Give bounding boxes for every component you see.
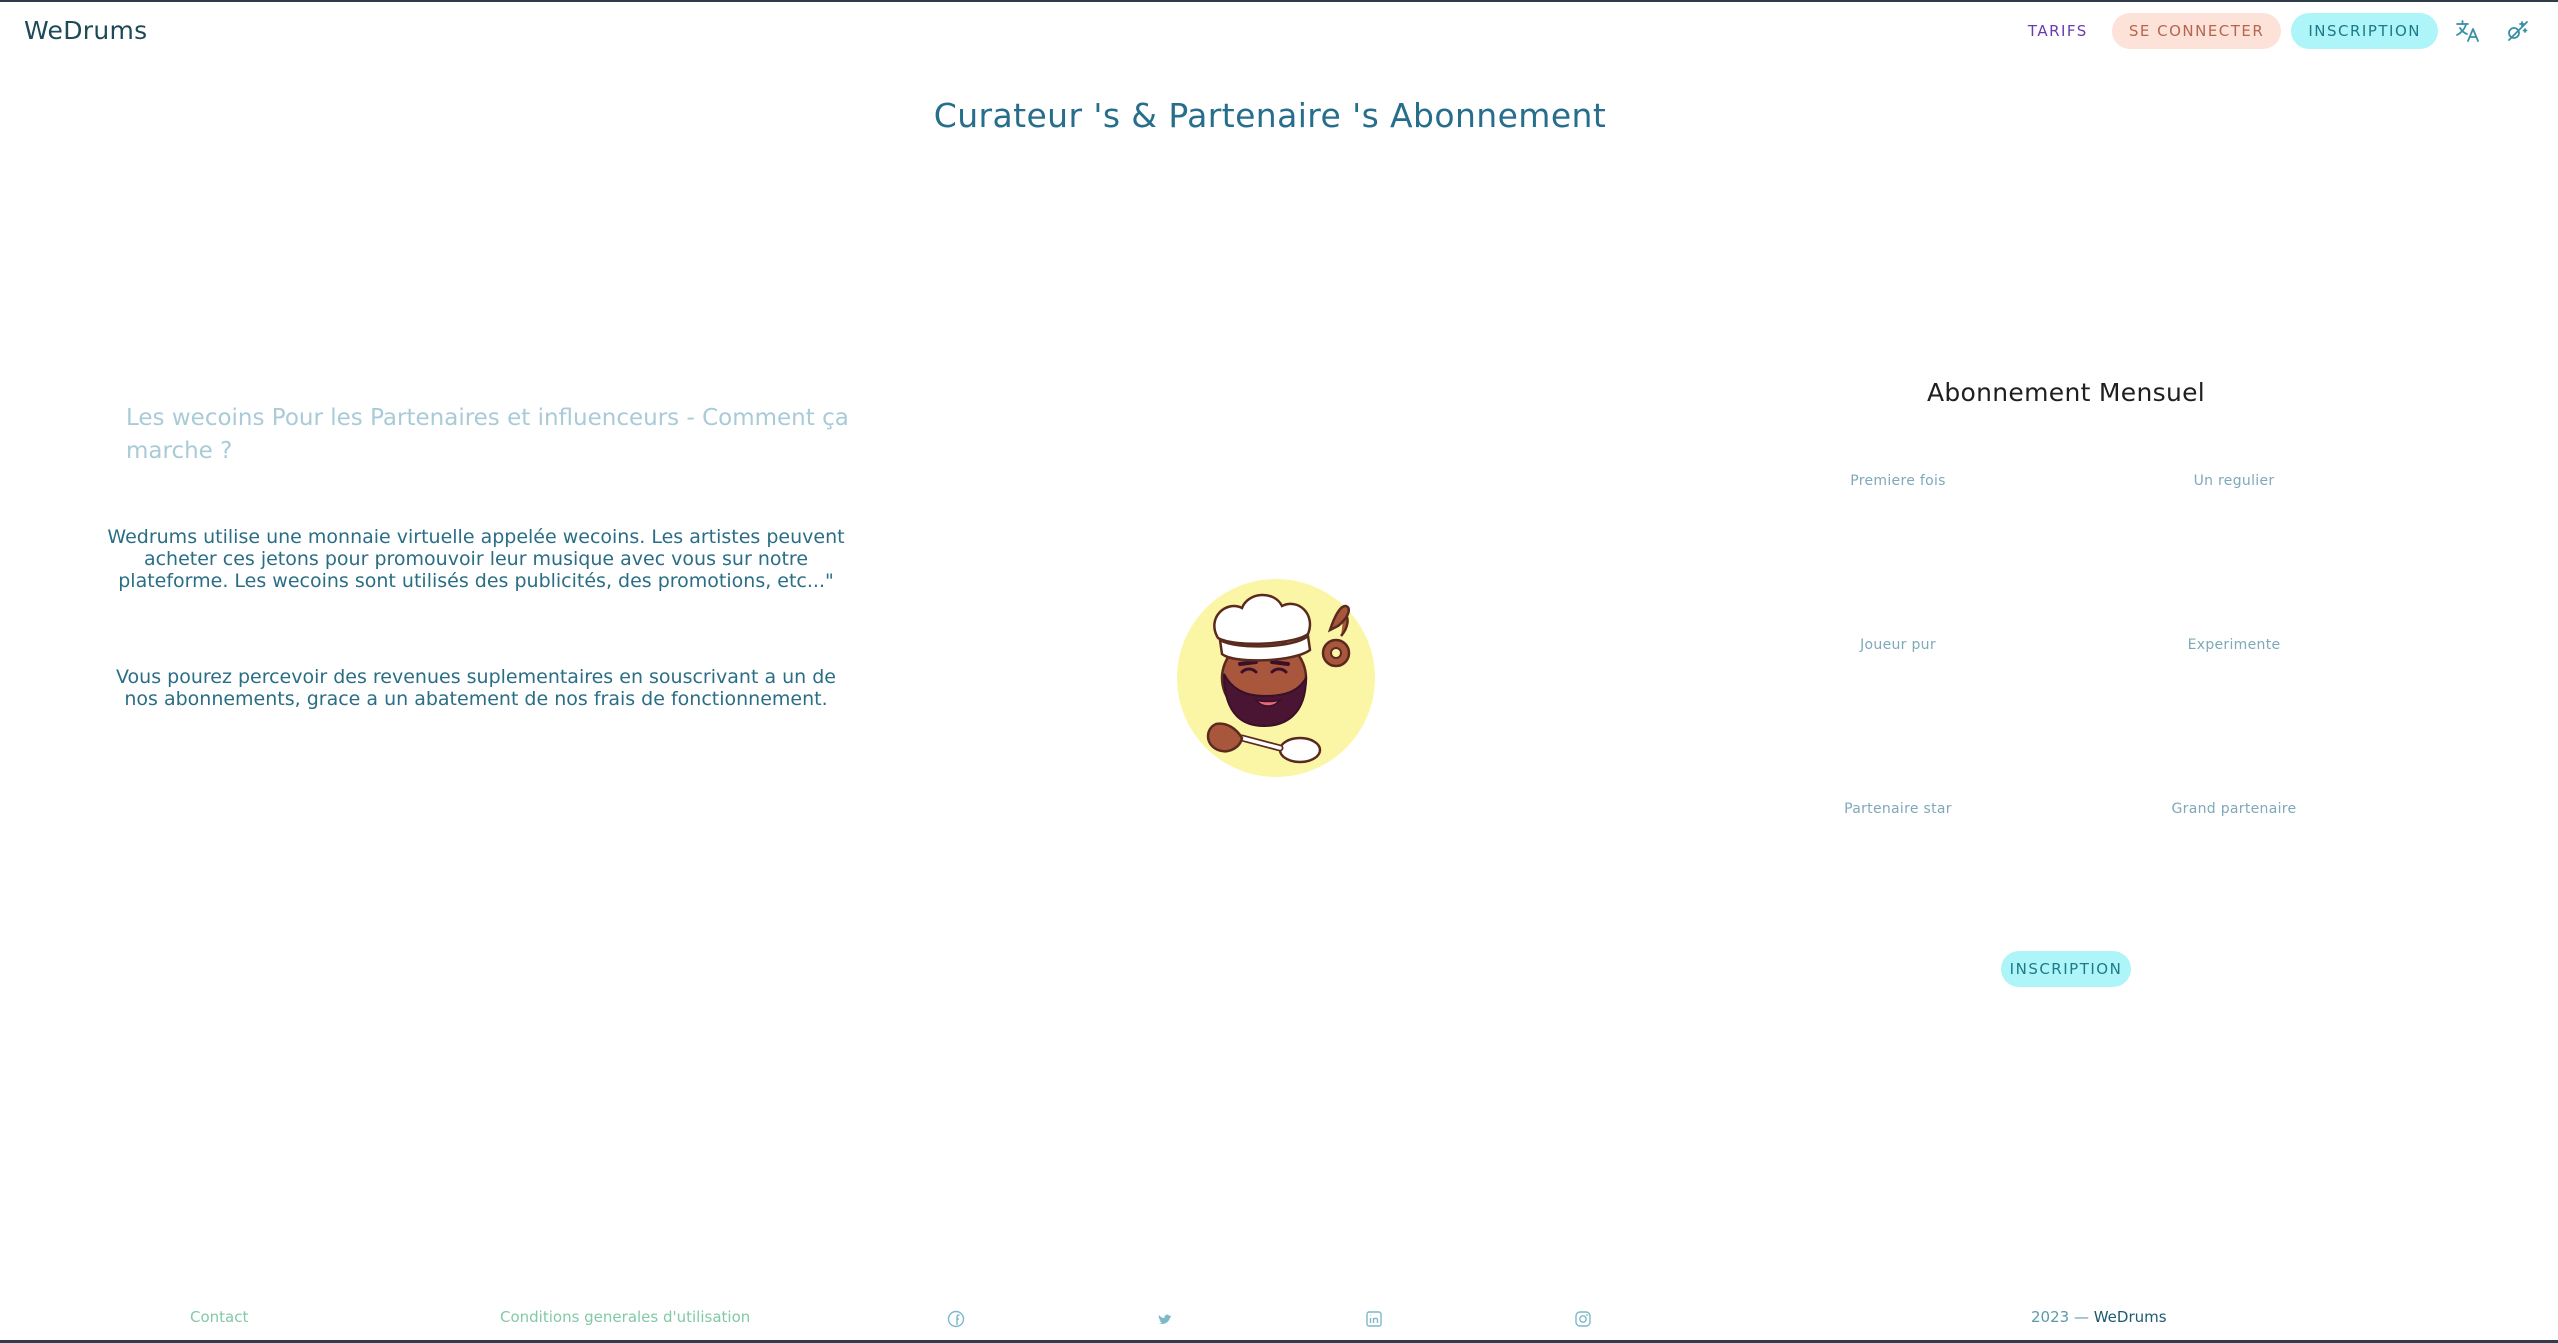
copyright-brand: WeDrums (2093, 1308, 2167, 1326)
linkedin-icon[interactable] (1365, 1310, 1383, 1328)
plan-name: Experimente (2187, 637, 2281, 653)
nav-pricing-link[interactable]: TARIFS (2014, 22, 2102, 40)
brand-logo[interactable]: WeDrums (24, 16, 148, 45)
info-paragraph-wecoins: Wedrums utilise une monnaie virtuelle ap… (107, 526, 845, 592)
info-section: Les wecoins Pour les Partenaires et infl… (104, 402, 848, 710)
translate-icon[interactable] (2448, 12, 2488, 50)
facebook-icon[interactable] (947, 1310, 965, 1328)
plan-card[interactable]: Partenaire star (1740, 801, 2056, 965)
login-button[interactable]: SE CONNECTER (2111, 13, 2282, 49)
instagram-icon[interactable] (1574, 1310, 1592, 1328)
plan-name: Premiere fois (1850, 473, 1946, 489)
plans-grid: Premiere fois Un regulier Joueur pur Exp… (1740, 473, 2392, 965)
footer-contact-link[interactable]: Contact (190, 1308, 248, 1326)
plan-name: Partenaire star (1844, 801, 1952, 817)
footer-terms-link[interactable]: Conditions generales d'utilisation (500, 1308, 750, 1326)
info-heading: Les wecoins Pour les Partenaires et infl… (126, 405, 849, 464)
footer: Contact Conditions generales d'utilisati… (0, 1308, 2558, 1332)
subscription-signup-button[interactable]: INSCRIPTION (2000, 951, 2132, 987)
subscription-title: Abonnement Mensuel (1926, 378, 2206, 407)
info-paragraph-revenue: Vous pourez percevoir des revenues suple… (116, 666, 836, 710)
signup-button[interactable]: INSCRIPTION (2291, 13, 2438, 49)
plan-name: Joueur pur (1860, 637, 1936, 653)
plan-card[interactable]: Un regulier (2076, 473, 2392, 637)
theme-toggle-icon[interactable] (2498, 12, 2538, 50)
plan-name: Un regulier (2193, 473, 2275, 489)
plan-name: Grand partenaire (2171, 801, 2297, 817)
twitter-icon[interactable] (1156, 1310, 1174, 1328)
footer-copyright: 2023 — WeDrums (2031, 1308, 2167, 1326)
subscription-section: Abonnement Mensuel Premiere fois Un regu… (1740, 378, 2392, 987)
top-nav: TARIFS SE CONNECTER INSCRIPTION (2014, 12, 2538, 50)
page: WeDrums TARIFS SE CONNECTER INSCRIPTION (0, 0, 2558, 1343)
plan-card[interactable]: Experimente (2076, 637, 2392, 801)
plan-card[interactable]: Premiere fois (1740, 473, 2056, 637)
chef-illustration (1176, 578, 1376, 778)
plan-card[interactable]: Grand partenaire (2076, 801, 2392, 965)
page-title: Curateur 's & Partenaire 's Abonnement (933, 96, 1607, 135)
plan-card[interactable]: Joueur pur (1740, 637, 2056, 801)
copyright-year: 2023 — (2031, 1308, 2089, 1326)
